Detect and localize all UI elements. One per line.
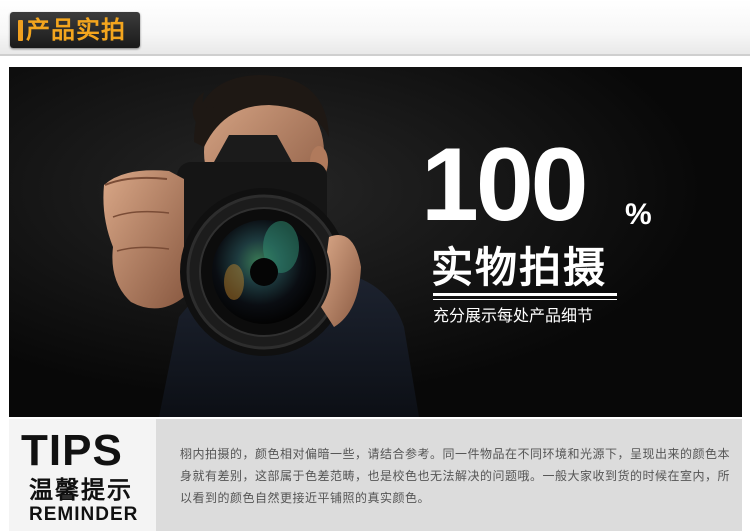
headline-rule-thick xyxy=(433,293,617,296)
section-title: 产品实拍 xyxy=(26,16,126,44)
banner-subline: 充分展示每处产品细节 xyxy=(433,306,594,325)
banner-headline: 实物拍摄 xyxy=(431,243,608,292)
section-header: 产品实拍 xyxy=(0,0,750,56)
tips-body-text: 栩内拍摄的，颜色相对偏暗一些，请结合参考。同一件物品在不同环境和光源下，呈现出来… xyxy=(180,447,731,505)
hundred-number: 100 xyxy=(421,127,589,243)
section-title-tab: 产品实拍 xyxy=(10,12,140,48)
tips-section: TIPS 温馨提示 REMINDER 栩内拍摄的，颜色相对偏暗一些，请结合参考。… xyxy=(9,419,742,531)
tips-title-en: REMINDER xyxy=(29,504,139,525)
percent-sign: % xyxy=(625,198,652,231)
tips-title-cn: 温馨提示 xyxy=(29,476,133,504)
photographer-illustration xyxy=(9,67,742,417)
product-photo-banner: 100 % 实物拍摄 充分展示每处产品细节 xyxy=(9,67,742,417)
tips-title: TIPS xyxy=(21,426,123,475)
headline-rule-thin xyxy=(433,299,617,300)
tips-label-box: TIPS 温馨提示 REMINDER xyxy=(9,419,156,531)
title-accent-bar xyxy=(18,20,23,41)
